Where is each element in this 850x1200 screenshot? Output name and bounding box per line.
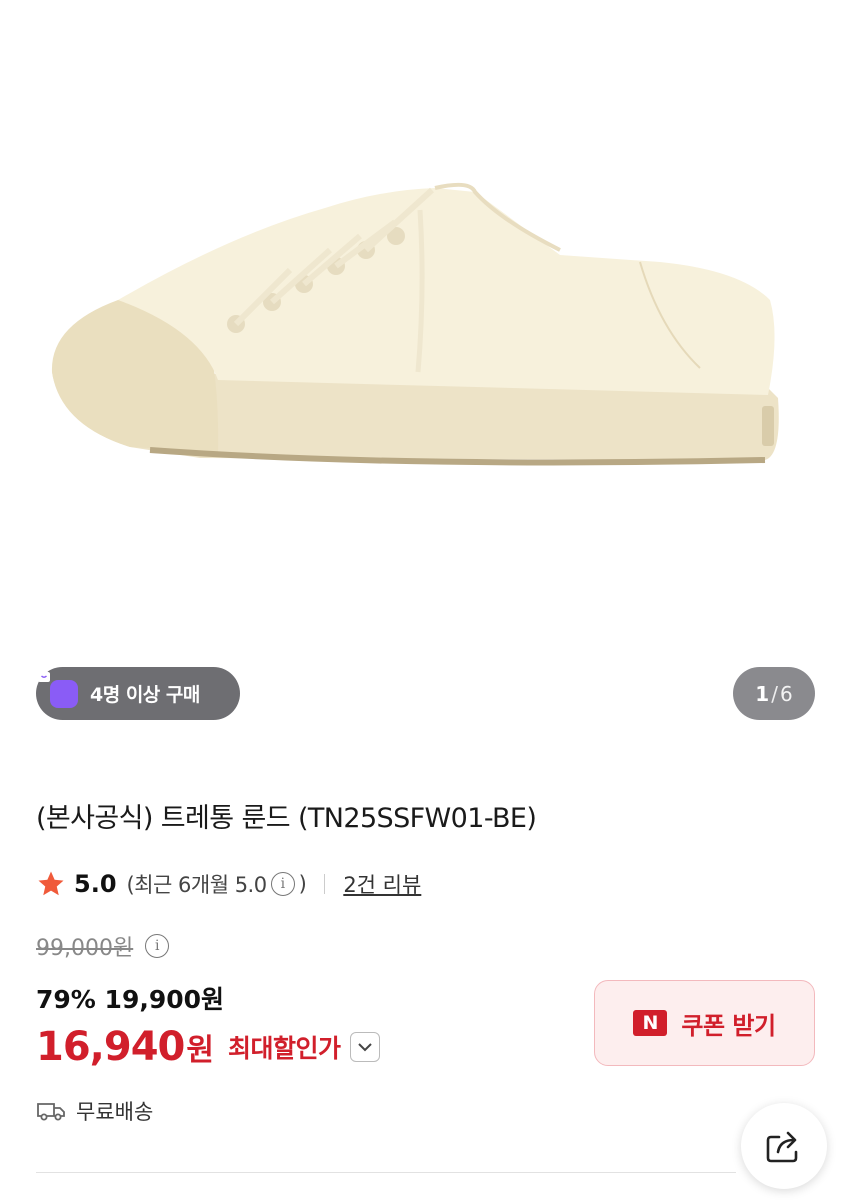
pager-total: 6: [779, 681, 793, 706]
original-price-value: 99,000원: [36, 936, 134, 961]
review-count-link[interactable]: 2건 리뷰: [343, 869, 421, 899]
discount-price: 79% 19,900원: [36, 985, 225, 1014]
divider: [324, 874, 326, 894]
recent-rating-close: ): [298, 872, 307, 896]
original-price: 99,000원 i: [36, 930, 173, 962]
chevron-down-icon[interactable]: [350, 1032, 381, 1062]
rating-score: 5.0: [74, 870, 117, 898]
share-icon: [766, 1131, 798, 1163]
share-button[interactable]: [741, 1103, 827, 1189]
sneaker-image: [51, 182, 779, 466]
max-discount-unit: 원: [186, 1033, 214, 1068]
group-purchase-label: 4명 이상 구매: [90, 684, 200, 706]
max-discount-amount: 16,940: [36, 1024, 185, 1070]
product-image-carousel[interactable]: 4명 이상 구매 1 / 6: [0, 0, 850, 745]
rating-row: 5.0 (최근 6개월 5.0 i ) 2건 리뷰: [36, 864, 421, 904]
recent-rating-text: (최근 6개월 5.0: [126, 873, 268, 897]
shopping-bag-icon: [38, 667, 78, 708]
product-title: (본사공식) 트레통 룬드 (TN25SSFW01-BE): [36, 803, 537, 834]
price-info-icon[interactable]: i: [145, 934, 170, 958]
group-purchase-badge: 4명 이상 구매: [36, 667, 240, 720]
pager-current: 1: [755, 681, 770, 706]
image-pager: 1 / 6: [733, 667, 815, 720]
free-shipping-label: 무료배송: [76, 1100, 154, 1124]
get-coupon-label: 쿠폰 받기: [681, 1011, 776, 1040]
truck-icon: [37, 1103, 65, 1121]
pager-separator: /: [771, 681, 778, 706]
max-discount-price: 16,940 원 최대할인가: [36, 1024, 381, 1070]
info-icon[interactable]: i: [270, 872, 295, 896]
get-coupon-button[interactable]: N 쿠폰 받기: [594, 980, 815, 1066]
max-discount-label: 최대할인가: [227, 1034, 341, 1063]
star-icon: [38, 871, 64, 896]
n-logo-icon: N: [633, 1010, 668, 1036]
section-divider: [36, 1172, 736, 1173]
shipping-info: 무료배송: [36, 1096, 153, 1126]
recent-rating: (최근 6개월 5.0 i ): [127, 869, 307, 899]
